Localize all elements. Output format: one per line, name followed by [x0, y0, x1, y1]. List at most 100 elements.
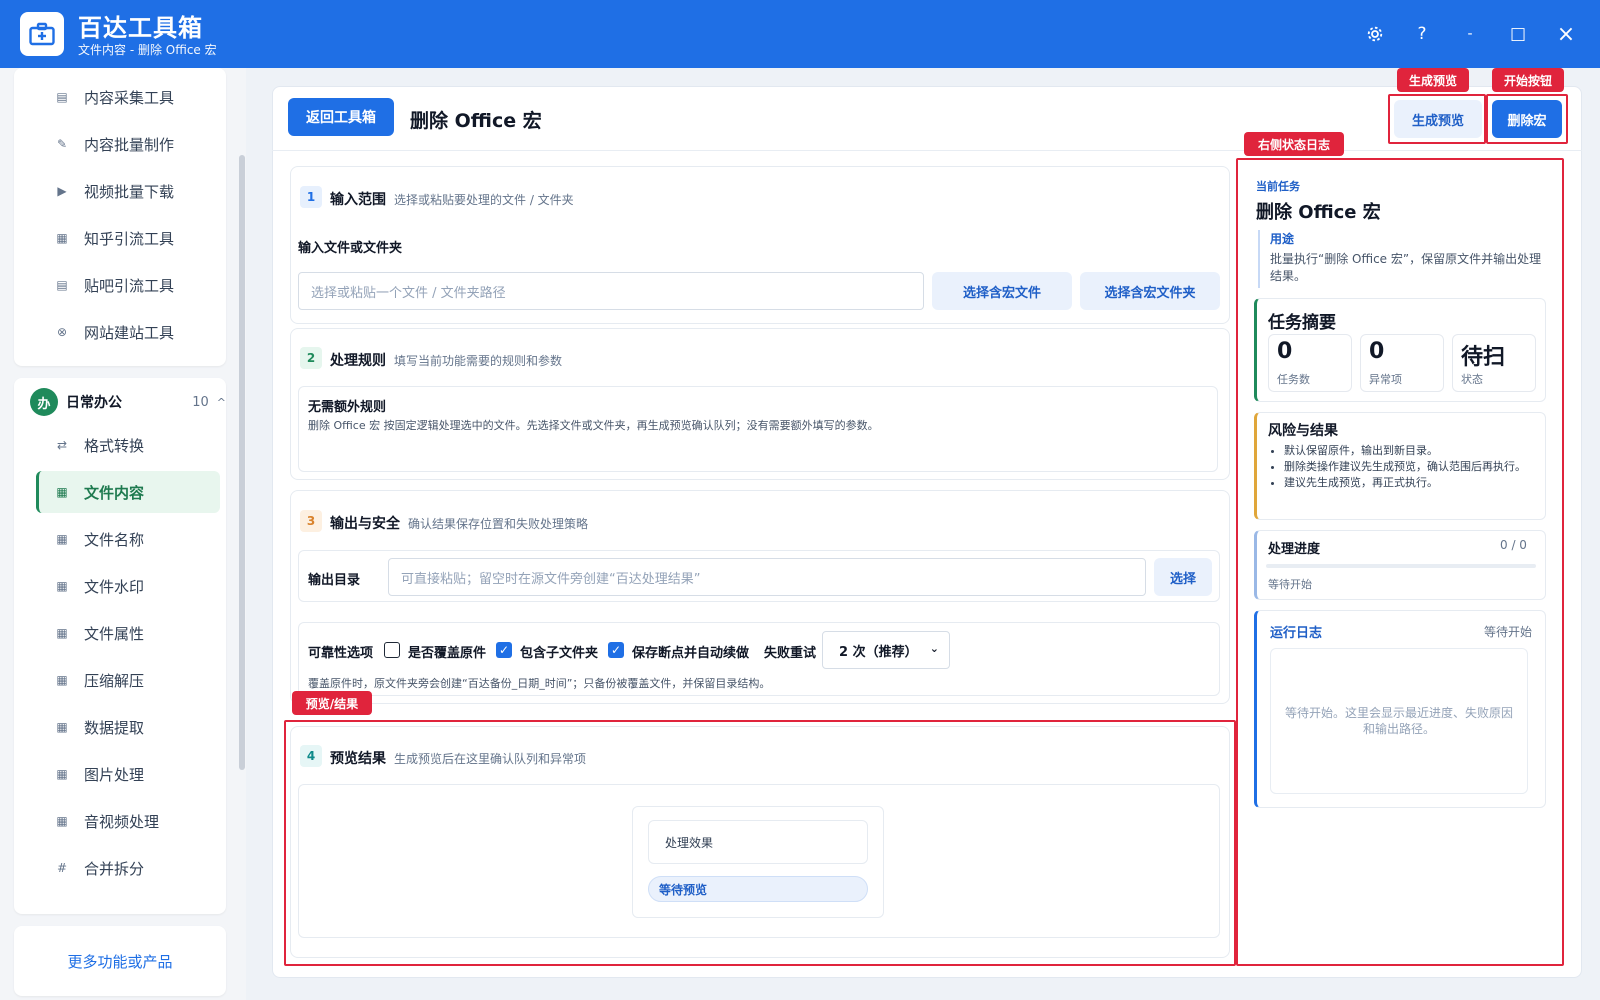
- sidebar-item-active[interactable]: ▦ 文件内容: [36, 471, 220, 513]
- sidebar-item-icon: ▦: [56, 673, 68, 687]
- group-header-daily-office[interactable]: 办 日常办公 10 ^: [30, 388, 226, 416]
- help-button[interactable]: ?: [1408, 20, 1436, 48]
- summary-stat-value: 0: [1277, 339, 1293, 364]
- sidebar-item-label: 数据提取: [84, 718, 145, 737]
- sidebar-item-link[interactable]: ▦ 知乎引流工具: [36, 217, 220, 259]
- section-desc-output: 确认结果保存位置和失败处理策略: [408, 517, 589, 531]
- risk-list: 默认保留原件，输出到新目录。删除类操作建议先生成预览，确认范围后再执行。建议先生…: [1270, 443, 1534, 491]
- sidebar-item-icon: #: [56, 861, 68, 875]
- sidebar-item-link[interactable]: ▶ 视频批量下载: [36, 170, 220, 212]
- run-log-title: 运行日志: [1270, 626, 1323, 641]
- sidebar-item-link[interactable]: ✎ 内容批量制作: [36, 123, 220, 165]
- sidebar-item-icon: ▦: [56, 767, 68, 781]
- sidebar-item-icon: ⊗: [56, 325, 68, 339]
- usage-block: 用途 批量执行“删除 Office 宏”，保留原文件并输出处理结果。: [1258, 230, 1548, 288]
- risk-item: 默认保留原件，输出到新目录。: [1284, 443, 1534, 459]
- sidebar-item-link[interactable]: ▤ 内容采集工具: [36, 76, 220, 118]
- minimize-button[interactable]: -: [1456, 20, 1484, 48]
- summary-stat: 0 异常项: [1360, 334, 1444, 392]
- delete-macro-button[interactable]: 删除宏: [1492, 100, 1562, 138]
- sidebar-item-label: 网站建站工具: [84, 323, 175, 342]
- close-button[interactable]: ×: [1552, 20, 1580, 48]
- section-desc-input: 选择或粘贴要处理的文件 / 文件夹: [394, 193, 574, 207]
- gear-icon[interactable]: [1361, 20, 1389, 48]
- current-task-title: 删除 Office 宏: [1256, 202, 1381, 223]
- sidebar-item-icon: ✎: [56, 137, 68, 151]
- header-divider: [272, 150, 1582, 151]
- input-field-label: 输入文件或文件夹: [298, 241, 403, 256]
- sidebar-item-link[interactable]: ⊗ 网站建站工具: [36, 311, 220, 353]
- sidebar-item-link[interactable]: ▤ 贴吧引流工具: [36, 264, 220, 306]
- risk-title: 风险与结果: [1268, 423, 1338, 439]
- page-title: 删除 Office 宏: [410, 110, 542, 132]
- task-summary-title: 任务摘要: [1268, 313, 1336, 333]
- maximize-button[interactable]: □: [1504, 20, 1532, 48]
- sidebar-item-label: 图片处理: [84, 765, 145, 784]
- app-subtitle: 文件内容 - 删除 Office 宏: [78, 43, 217, 57]
- progress-title: 处理进度: [1268, 542, 1321, 557]
- summary-stat-label: 任务数: [1277, 373, 1310, 386]
- group-label: 日常办公: [66, 395, 122, 411]
- generate-preview-button[interactable]: 生成预览: [1394, 100, 1482, 138]
- choose-output-dir-button[interactable]: 选择: [1154, 558, 1212, 596]
- resume-label: 保存断点并自动续做: [632, 646, 750, 661]
- sidebar-item-link[interactable]: ▦ 音视频处理: [36, 800, 220, 842]
- retry-select[interactable]: 2 次（推荐） ⌄: [822, 631, 950, 669]
- sidebar-item-icon: ▶: [57, 184, 67, 198]
- section-desc-rules: 填写当前功能需要的规则和参数: [394, 354, 563, 368]
- section-title-preview: 预览结果: [330, 751, 386, 767]
- sidebar-item-icon: ▦: [56, 532, 68, 546]
- rules-box-desc: 删除 Office 宏 按固定逻辑处理选中的文件。先选择文件或文件夹，再生成预览…: [308, 419, 879, 432]
- more-products-link[interactable]: 更多功能或产品: [14, 926, 226, 996]
- current-task-label: 当前任务: [1256, 180, 1300, 193]
- sidebar-item-icon: ▦: [56, 231, 68, 245]
- sidebar-item-link[interactable]: ▦ 文件名称: [36, 518, 220, 560]
- choose-macro-folder-button[interactable]: 选择含宏文件夹: [1080, 272, 1220, 310]
- usage-label: 用途: [1270, 232, 1295, 246]
- sidebar-item-label: 格式转换: [84, 436, 145, 455]
- choose-macro-file-button[interactable]: 选择含宏文件: [932, 272, 1072, 310]
- annotation-tag-run: 开始按钮: [1492, 68, 1564, 92]
- sidebar-item-link[interactable]: ▦ 文件属性: [36, 612, 220, 654]
- back-to-toolbox-button[interactable]: 返回工具箱: [288, 98, 394, 136]
- awaiting-preview-badge: 等待预览: [648, 876, 868, 902]
- title-bar: 百达工具箱 文件内容 - 删除 Office 宏 ? - □ ×: [0, 0, 1600, 68]
- annotation-tag-status-log: 右侧状态日志: [1244, 132, 1344, 156]
- subfolder-checkbox[interactable]: ✓: [496, 642, 512, 658]
- sidebar-item-label: 合并拆分: [84, 859, 145, 878]
- annotation-tag-preview: 生成预览: [1397, 68, 1469, 92]
- sidebar-item-label: 内容采集工具: [84, 88, 175, 107]
- sidebar-item-label: 知乎引流工具: [84, 229, 175, 248]
- step-number-3: 3: [300, 510, 322, 532]
- toolbox-icon: [20, 12, 64, 56]
- subfolder-label: 包含子文件夹: [520, 646, 599, 661]
- sidebar-item-link[interactable]: ▦ 数据提取: [36, 706, 220, 748]
- output-dir-input[interactable]: 可直接粘贴；留空时在源文件旁创建“百达处理结果”: [388, 558, 1146, 596]
- risk-item: 建议先生成预览，再正式执行。: [1284, 475, 1534, 491]
- reliability-label: 可靠性选项: [308, 646, 374, 661]
- sidebar-item-label: 压缩解压: [84, 671, 145, 690]
- sidebar-item-label: 文件名称: [84, 530, 145, 549]
- summary-stat-label: 异常项: [1369, 373, 1402, 386]
- summary-stat-label: 状态: [1461, 373, 1483, 386]
- summary-stat: 0 任务数: [1268, 334, 1352, 392]
- sidebar-scrollbar-thumb[interactable]: [239, 155, 245, 770]
- processing-effect-label: 处理效果: [648, 820, 868, 864]
- input-path-field[interactable]: 选择或粘贴一个文件 / 文件夹路径: [298, 272, 924, 310]
- sidebar-item-icon: ▦: [56, 720, 68, 734]
- resume-checkbox[interactable]: ✓: [608, 642, 624, 658]
- summary-stat: 待扫 状态: [1452, 334, 1536, 392]
- progress-count: 0 / 0: [1500, 538, 1527, 552]
- sidebar-item-link[interactable]: ▦ 压缩解压: [36, 659, 220, 701]
- sidebar-item-link[interactable]: ⇄ 格式转换: [36, 424, 220, 466]
- progress-track: [1266, 564, 1536, 568]
- chevron-up-icon[interactable]: ^: [217, 396, 226, 409]
- overwrite-checkbox[interactable]: [384, 642, 400, 658]
- sidebar-item-link[interactable]: # 合并拆分: [36, 847, 220, 889]
- overwrite-note: 覆盖原件时，原文件夹旁会创建“百达备份_日期_时间”；只备份被覆盖文件，并保留目…: [308, 677, 771, 690]
- sidebar-item-label: 文件属性: [84, 624, 145, 643]
- sidebar-item-link[interactable]: ▦ 文件水印: [36, 565, 220, 607]
- sidebar-item-link[interactable]: ▦ 图片处理: [36, 753, 220, 795]
- chevron-down-icon: ⌄: [929, 642, 939, 655]
- retry-select-value: 2 次（推荐）: [839, 644, 918, 660]
